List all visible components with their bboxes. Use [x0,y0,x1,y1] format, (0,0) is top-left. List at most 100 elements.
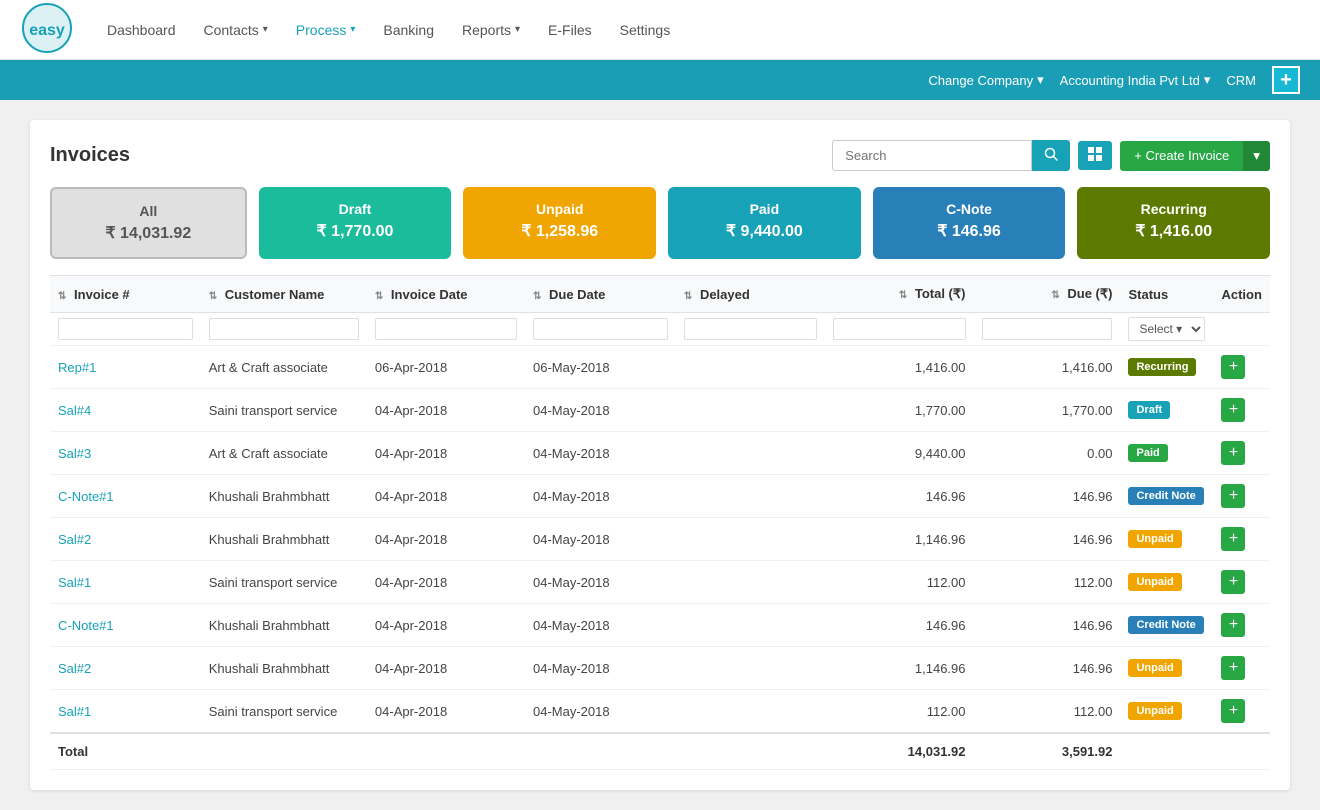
cell-invoice-date: 04-Apr-2018 [367,475,525,518]
cell-customer-name: Khushali Brahmbhatt [201,475,367,518]
cell-status: Credit Note [1120,604,1213,647]
cell-due-date: 04-May-2018 [525,475,676,518]
company-name-button[interactable]: Accounting India Pvt Ltd ▾ [1060,72,1211,88]
crm-button[interactable]: CRM [1226,73,1256,88]
cell-invoice-date: 04-Apr-2018 [367,647,525,690]
col-status: Status [1120,276,1213,313]
table-row: Rep#1 Art & Craft associate 06-Apr-2018 … [50,346,1270,389]
cell-customer-name: Art & Craft associate [201,432,367,475]
nav-efiles[interactable]: E-Files [536,14,604,46]
filter-invoice-num[interactable] [58,318,193,340]
cell-status: Draft [1120,389,1213,432]
cell-invoice-date: 04-Apr-2018 [367,561,525,604]
search-input[interactable] [832,140,1032,171]
status-badge: Paid [1128,444,1167,462]
cell-invoice-num[interactable]: C-Note#1 [50,604,201,647]
col-total[interactable]: ⇅ Total (₹) [825,276,974,313]
cell-invoice-num[interactable]: Rep#1 [50,346,201,389]
main-nav: Dashboard Contacts ▾ Process ▾ Banking R… [95,14,1300,46]
cell-total: 112.00 [825,690,974,734]
create-invoice-dropdown-button[interactable]: ▾ [1243,141,1270,171]
cell-due: 146.96 [974,604,1121,647]
summary-unpaid[interactable]: Unpaid ₹ 1,258.96 [463,187,656,259]
cell-delayed [676,475,825,518]
cell-invoice-num[interactable]: Sal#1 [50,561,201,604]
cell-due-date: 04-May-2018 [525,561,676,604]
cell-customer-name: Art & Craft associate [201,346,367,389]
filter-delayed[interactable] [684,318,817,340]
summary-draft[interactable]: Draft ₹ 1,770.00 [259,187,452,259]
table-row: Sal#2 Khushali Brahmbhatt 04-Apr-2018 04… [50,518,1270,561]
search-button[interactable] [1032,140,1070,171]
col-due[interactable]: ⇅ Due (₹) [974,276,1121,313]
cell-due: 146.96 [974,475,1121,518]
table-filter-row: Select ▾ [50,313,1270,346]
row-add-button[interactable]: + [1221,441,1245,465]
cell-invoice-date: 04-Apr-2018 [367,518,525,561]
summary-recurring[interactable]: Recurring ₹ 1,416.00 [1077,187,1270,259]
col-action: Action [1213,276,1270,313]
cell-invoice-num[interactable]: C-Note#1 [50,475,201,518]
cell-total: 1,146.96 [825,518,974,561]
row-add-button[interactable]: + [1221,484,1245,508]
col-due-date[interactable]: ⇅ Due Date [525,276,676,313]
change-company-button[interactable]: Change Company ▾ [928,72,1043,88]
cell-invoice-num[interactable]: Sal#3 [50,432,201,475]
row-add-button[interactable]: + [1221,656,1245,680]
cell-total: 9,440.00 [825,432,974,475]
cell-due: 112.00 [974,561,1121,604]
summary-cnote[interactable]: C-Note ₹ 146.96 [873,187,1066,259]
cell-invoice-date: 04-Apr-2018 [367,389,525,432]
change-company-arrow-icon: ▾ [1037,72,1044,88]
row-add-button[interactable]: + [1221,613,1245,637]
cell-total: 146.96 [825,475,974,518]
nav-banking[interactable]: Banking [371,14,446,46]
cell-status: Unpaid [1120,561,1213,604]
sort-invoice-icon: ⇅ [58,291,66,302]
cell-invoice-num[interactable]: Sal#2 [50,647,201,690]
create-invoice-button[interactable]: + Create Invoice [1120,141,1243,171]
row-add-button[interactable]: + [1221,355,1245,379]
top-nav: easy Dashboard Contacts ▾ Process ▾ Bank… [0,0,1320,60]
svg-text:easy: easy [29,22,65,39]
table-row: Sal#1 Saini transport service 04-Apr-201… [50,690,1270,734]
status-badge: Credit Note [1128,487,1203,505]
nav-reports[interactable]: Reports ▾ [450,14,532,46]
row-add-button[interactable]: + [1221,699,1245,723]
table-row: Sal#2 Khushali Brahmbhatt 04-Apr-2018 04… [50,647,1270,690]
cell-delayed [676,518,825,561]
cell-delayed [676,389,825,432]
cell-invoice-num[interactable]: Sal#1 [50,690,201,734]
logo[interactable]: easy [20,3,75,56]
nav-dashboard[interactable]: Dashboard [95,14,188,46]
col-invoice-num[interactable]: ⇅ Invoice # [50,276,201,313]
col-delayed[interactable]: ⇅ Delayed [676,276,825,313]
cell-invoice-num[interactable]: Sal#2 [50,518,201,561]
filter-invoice-date[interactable] [375,318,517,340]
cell-due: 1,416.00 [974,346,1121,389]
nav-contacts[interactable]: Contacts ▾ [192,14,280,46]
cell-customer-name: Khushali Brahmbhatt [201,604,367,647]
filter-customer-name[interactable] [209,318,359,340]
col-invoice-date[interactable]: ⇅ Invoice Date [367,276,525,313]
row-add-button[interactable]: + [1221,398,1245,422]
cell-action: + [1213,690,1270,734]
cell-status: Credit Note [1120,475,1213,518]
cell-due-date: 04-May-2018 [525,690,676,734]
summary-all[interactable]: All ₹ 14,031.92 [50,187,247,259]
cell-customer-name: Saini transport service [201,561,367,604]
add-button[interactable]: + [1272,66,1300,94]
filter-status-select[interactable]: Select ▾ [1128,317,1205,341]
filter-due[interactable] [982,318,1113,340]
grid-view-button[interactable] [1078,141,1112,170]
row-add-button[interactable]: + [1221,527,1245,551]
nav-process[interactable]: Process ▾ [284,14,368,46]
cell-invoice-num[interactable]: Sal#4 [50,389,201,432]
cell-delayed [676,690,825,734]
nav-settings[interactable]: Settings [608,14,683,46]
row-add-button[interactable]: + [1221,570,1245,594]
filter-total[interactable] [833,318,966,340]
summary-paid[interactable]: Paid ₹ 9,440.00 [668,187,861,259]
col-customer-name[interactable]: ⇅ Customer Name [201,276,367,313]
filter-due-date[interactable] [533,318,668,340]
